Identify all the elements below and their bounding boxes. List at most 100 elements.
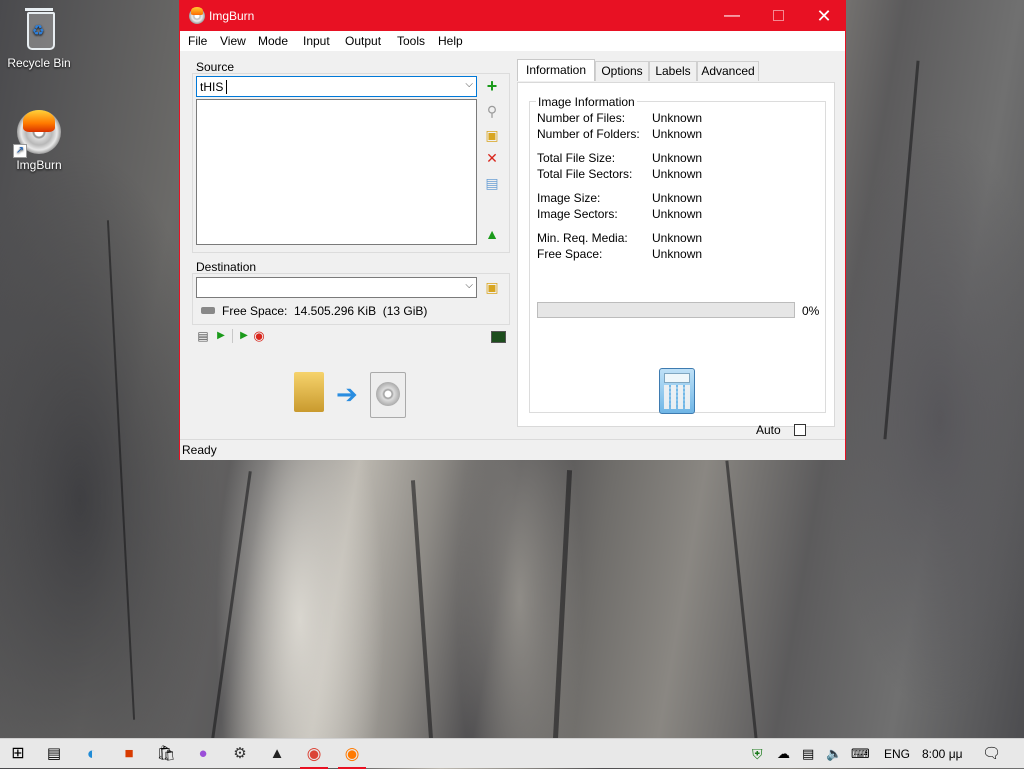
wallpaper-crack bbox=[883, 60, 920, 440]
imgburn-taskbar-icon[interactable]: ◉ bbox=[334, 739, 370, 769]
shortcut-arrow-icon: ↗ bbox=[13, 144, 27, 158]
destination-combobox[interactable]: ⌵ bbox=[196, 277, 477, 298]
add-icon[interactable]: + bbox=[484, 77, 500, 95]
taskbar: ⊞ ▤ ◐ ■ 🛍 ● ⚙ ▲ ◉ ◉ ⛨ ☁ ▤ 🔈 ⌨ ENG 8:00 μ… bbox=[0, 738, 1024, 769]
info-value: Unknown bbox=[652, 247, 703, 261]
build-button[interactable]: ➔ bbox=[290, 366, 410, 424]
tab-information[interactable]: Information bbox=[517, 59, 595, 81]
imgburn-app-icon[interactable] bbox=[189, 7, 205, 24]
wallpaper-crack bbox=[725, 460, 758, 740]
menu-help[interactable]: Help bbox=[438, 34, 463, 48]
source-label: Source bbox=[196, 60, 235, 74]
progress-bar bbox=[537, 302, 795, 318]
info-label: Number of Folders: bbox=[537, 127, 640, 141]
info-value: Unknown bbox=[652, 231, 703, 245]
search-icon[interactable]: ⚲ bbox=[484, 103, 500, 119]
chevron-down-icon[interactable]: ⌵ bbox=[465, 280, 473, 291]
desktop-icon-recycle-bin[interactable]: ♻ Recycle Bin bbox=[4, 8, 74, 70]
browse-folder-icon[interactable]: ▣ bbox=[484, 127, 500, 143]
edge-icon[interactable]: ◐ bbox=[74, 739, 110, 769]
windows-start-icon[interactable]: ⊞ bbox=[0, 739, 36, 769]
keyboard-icon[interactable]: ⌨ bbox=[851, 739, 870, 769]
maximize-icon bbox=[772, 10, 784, 22]
minimize-button[interactable]: — bbox=[709, 1, 755, 31]
info-value: Unknown bbox=[652, 111, 703, 125]
wallpaper-crack bbox=[106, 220, 136, 720]
window-client-area: Source tHIS ⌵ + ⚲ ▣ ✕ ▤ ▲ Destination ⌵ … bbox=[180, 51, 845, 460]
info-label: Total File Sectors: bbox=[537, 167, 633, 181]
progress-percent: 0% bbox=[802, 304, 820, 318]
destination-label: Destination bbox=[196, 260, 257, 274]
image-information-title: Image Information bbox=[536, 95, 637, 109]
free-space-label: Free Space: bbox=[222, 304, 288, 318]
info-label: Total File Size: bbox=[537, 151, 616, 165]
menu-file[interactable]: File bbox=[188, 34, 207, 48]
volume-icon[interactable]: 🔈 bbox=[826, 739, 842, 769]
delete-icon[interactable]: ✕ bbox=[484, 150, 500, 166]
desktop-icon-imgburn[interactable]: ↗ ImgBurn bbox=[4, 110, 74, 172]
info-value: Unknown bbox=[652, 191, 703, 205]
arrow-right-icon: ➔ bbox=[336, 379, 358, 409]
source-combobox[interactable]: tHIS ⌵ bbox=[196, 76, 477, 97]
wallpaper-crack bbox=[552, 470, 573, 740]
maximize-button[interactable] bbox=[755, 1, 801, 31]
wallpaper-crack bbox=[211, 471, 252, 739]
office-icon[interactable]: ■ bbox=[111, 739, 147, 769]
status-text: Ready bbox=[182, 443, 217, 457]
desktop-icon-label: Recycle Bin bbox=[7, 56, 71, 70]
folder-icon bbox=[294, 372, 324, 412]
calculator-icon[interactable] bbox=[659, 368, 695, 414]
info-label: Image Sectors: bbox=[537, 207, 618, 221]
menu-mode[interactable]: Mode bbox=[258, 34, 288, 48]
clock[interactable]: 8:00 μμ bbox=[922, 739, 963, 769]
calculate-icon[interactable]: ▲ bbox=[484, 226, 500, 242]
clear-icon[interactable]: ▤ bbox=[484, 175, 500, 191]
info-label: Min. Req. Media: bbox=[537, 231, 628, 245]
tab-advanced[interactable]: Advanced bbox=[697, 61, 759, 81]
window-title: ImgBurn bbox=[209, 9, 255, 23]
info-value: Unknown bbox=[652, 207, 703, 221]
close-button[interactable]: ✕ bbox=[801, 1, 847, 31]
menu-output[interactable]: Output bbox=[345, 34, 381, 48]
disc-image-icon bbox=[370, 372, 406, 418]
minimize-icon: — bbox=[724, 7, 740, 24]
disc-icon[interactable]: ◉ bbox=[251, 328, 267, 344]
chrome-icon[interactable]: ◉ bbox=[296, 739, 332, 769]
browse-folder-icon[interactable]: ▣ bbox=[484, 279, 500, 295]
wallpaper-crack bbox=[410, 480, 434, 740]
menu-input[interactable]: Input bbox=[303, 34, 330, 48]
cloud-icon[interactable]: ☁ bbox=[777, 739, 790, 769]
graph-icon[interactable] bbox=[491, 331, 506, 343]
auto-checkbox[interactable] bbox=[794, 424, 806, 436]
photos-icon[interactable]: ▲ bbox=[259, 739, 295, 769]
information-tab-page: Image Information Number of Files: Unkno… bbox=[517, 82, 835, 437]
title-bar[interactable]: ImgBurn — ✕ bbox=[180, 1, 845, 31]
info-value: Unknown bbox=[652, 127, 703, 141]
menu-tools[interactable]: Tools bbox=[397, 34, 425, 48]
paint-icon[interactable]: ● bbox=[185, 739, 221, 769]
store-icon[interactable]: 🛍 bbox=[148, 739, 184, 769]
info-value: Unknown bbox=[652, 151, 703, 165]
network-icon[interactable]: ▤ bbox=[802, 739, 814, 769]
info-value: Unknown bbox=[652, 167, 703, 181]
source-file-list[interactable] bbox=[196, 99, 477, 245]
tab-options[interactable]: Options bbox=[595, 61, 649, 81]
status-bar: Ready bbox=[180, 439, 845, 460]
language-indicator[interactable]: ENG bbox=[884, 739, 910, 769]
log-window-icon[interactable]: ▤ bbox=[195, 328, 211, 344]
recycle-bin-icon: ♻ bbox=[17, 8, 61, 52]
settings-icon[interactable]: ⚙ bbox=[222, 739, 258, 769]
drive-icon bbox=[201, 307, 215, 314]
source-value: tHIS bbox=[200, 80, 224, 94]
free-space-value: 14.505.296 KiB (13 GiB) bbox=[294, 304, 428, 318]
task-view-icon[interactable]: ▤ bbox=[36, 739, 72, 769]
notifications-icon[interactable]: 🗨 bbox=[982, 739, 1001, 769]
menu-view[interactable]: View bbox=[220, 34, 246, 48]
security-shield-icon[interactable]: ⛨ bbox=[752, 739, 763, 769]
tab-labels[interactable]: Labels bbox=[649, 61, 697, 81]
close-icon: ✕ bbox=[816, 6, 832, 26]
chevron-down-icon[interactable]: ⌵ bbox=[465, 79, 473, 90]
play-icon[interactable]: ▶ bbox=[213, 328, 229, 344]
play-icon[interactable]: ▶ bbox=[236, 328, 252, 344]
desktop-icon-label: ImgBurn bbox=[16, 158, 62, 172]
